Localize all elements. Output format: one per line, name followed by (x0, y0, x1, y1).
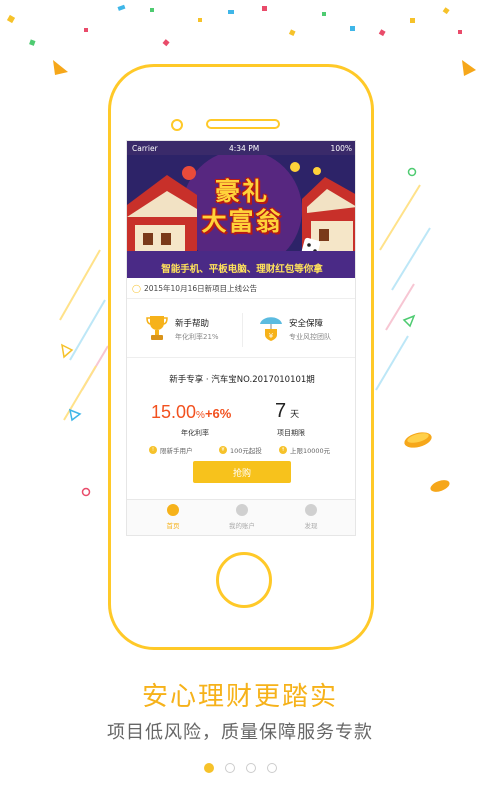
umbrella-shield-icon: ¥ (260, 317, 282, 341)
feature-separator (242, 313, 243, 347)
banner-title: 豪礼 大富翁 (127, 177, 355, 237)
feature-title: 新手帮助 (175, 319, 210, 329)
term-value: 7 (275, 400, 287, 422)
announcement-icon: ◯ (132, 283, 141, 293)
product-tags: ! 限新手用户 ¥ 100元起投 ↑ 上限10000元 (127, 445, 355, 457)
tag-label: 上限10000元 (290, 447, 331, 455)
rate-bonus: +6% (204, 406, 232, 421)
tab-discover[interactable]: 发现 (273, 504, 349, 534)
feature-newbie-help[interactable]: 新手帮助 年化利率21% (145, 313, 245, 347)
page-dot-3[interactable] (246, 763, 256, 773)
subline: 项目低风险，质量保障服务专款 (107, 722, 373, 743)
rate-percent: % (196, 410, 205, 421)
tab-label: 首页 (166, 522, 180, 530)
banner-title-line1: 豪礼 (214, 177, 269, 206)
tab-home[interactable]: 首页 (135, 504, 211, 534)
product-title[interactable]: 新手专享 · 汽车宝NO.2017010101期 (127, 373, 355, 385)
term-unit: 天 (290, 409, 300, 419)
account-icon (236, 504, 248, 516)
page-dot-1[interactable] (204, 763, 214, 773)
page-indicator (204, 763, 284, 775)
page-dot-2[interactable] (225, 763, 235, 773)
term: 7天 (275, 400, 299, 423)
feature-subtitle: 专业风控团队 (289, 333, 331, 341)
rate-label: 年化利率 (181, 429, 209, 437)
svg-text:¥: ¥ (269, 332, 274, 340)
tag-icon: ! (149, 446, 157, 454)
tag-max-invest: ↑ 上限10000元 (279, 445, 330, 455)
home-button (216, 552, 272, 608)
term-label: 项目期限 (277, 429, 305, 437)
feature-security[interactable]: ¥ 安全保障 专业风控团队 (259, 313, 355, 347)
buy-button[interactable]: 抢购 (193, 461, 291, 483)
tab-label: 我的账户 (229, 522, 255, 530)
tag-newbie-only: ! 限新手用户 (149, 445, 193, 455)
rate-value: 15.00 (151, 402, 197, 422)
announcement-bar[interactable]: ◯ 2015年10月16日新项目上线公告 (127, 280, 355, 296)
carrier-label: Carrier (132, 143, 158, 153)
tag-label: 100元起投 (230, 447, 262, 455)
trophy-icon (146, 316, 168, 340)
headline: 安心理财更踏实 (141, 682, 338, 712)
banner-title-line2: 大富翁 (201, 207, 283, 236)
speaker-grill (206, 119, 280, 129)
tag-icon: ↑ (279, 446, 287, 454)
divider (127, 298, 355, 299)
page-dot-4[interactable] (267, 763, 277, 773)
tag-min-invest: ¥ 100元起投 (219, 445, 262, 455)
annual-rate: 15.00%+6% (151, 402, 251, 423)
tag-label: 限新手用户 (160, 447, 193, 455)
status-bar: Carrier 4:34 PM 100% (127, 141, 355, 155)
camera-icon (171, 119, 183, 131)
tab-bar: 首页 我的账户 发现 (127, 499, 355, 535)
tag-icon: ¥ (219, 446, 227, 454)
battery-label: 100% (330, 143, 352, 153)
banner-subtitle: 智能手机、平板电脑、理财红包等你拿 (161, 264, 323, 275)
announcement-text: 2015年10月16日新项目上线公告 (143, 283, 258, 293)
divider (127, 357, 355, 358)
compass-icon (305, 504, 317, 516)
tab-label: 发现 (304, 522, 318, 530)
feature-subtitle: 年化利率21% (175, 333, 219, 341)
status-time: 4:34 PM (228, 143, 260, 153)
money-bag-icon (167, 504, 179, 516)
feature-title: 安全保障 (289, 319, 324, 329)
promo-banner[interactable]: 豪礼 大富翁 智能手机、平板电脑、理财红包等你拿 (127, 155, 355, 278)
phone-screen: Carrier 4:34 PM 100% 豪礼 大富翁 智能手机、平板电脑、理财… (126, 140, 356, 536)
tab-account[interactable]: 我的账户 (204, 504, 280, 534)
